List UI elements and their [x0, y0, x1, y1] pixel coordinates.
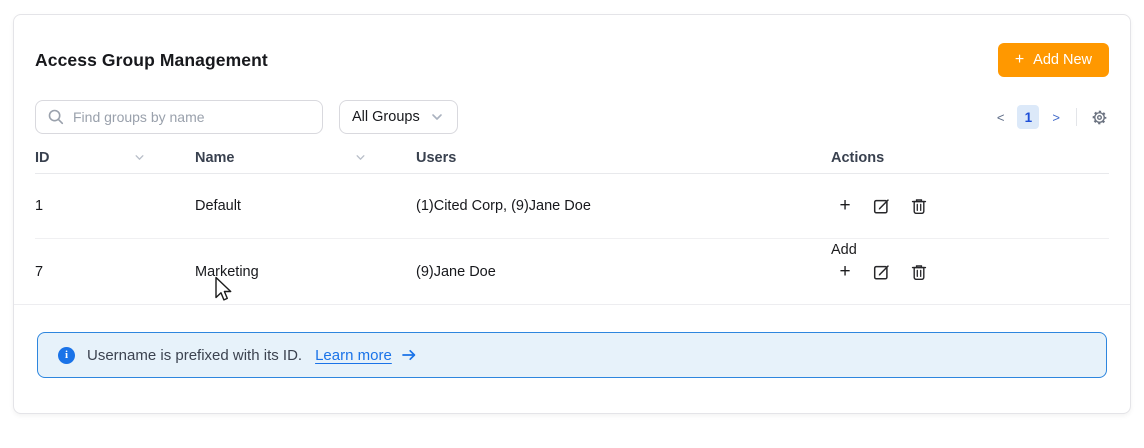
edit-icon [873, 263, 891, 281]
column-header-name[interactable]: Name [195, 142, 416, 173]
table-header-row: ID Name Users Actions [35, 142, 1109, 174]
column-header-id[interactable]: ID [35, 142, 195, 173]
trash-icon [910, 263, 928, 281]
cell-actions: + [831, 174, 1109, 238]
delete-button[interactable] [907, 194, 931, 218]
cell-id: 7 [35, 239, 195, 304]
add-new-button[interactable]: + Add New [998, 43, 1109, 77]
pagination-current-page[interactable]: 1 [1017, 105, 1039, 129]
pagination-next-button[interactable]: > [1048, 108, 1064, 127]
add-user-button[interactable]: + [833, 194, 857, 218]
cell-users: (9)Jane Doe [416, 239, 831, 304]
sort-chevron-icon[interactable] [353, 150, 368, 165]
delete-button[interactable] [907, 260, 931, 284]
learn-more-link[interactable]: Learn more [315, 347, 392, 364]
settings-button[interactable] [1090, 108, 1109, 127]
pagination-prev-button[interactable]: < [993, 108, 1009, 127]
add-user-button[interactable]: + [833, 260, 857, 284]
filter-selected-value: All Groups [352, 109, 420, 125]
search-input[interactable] [35, 100, 323, 134]
column-header-actions: Actions [831, 142, 1109, 173]
table-bottom-divider [14, 304, 1130, 305]
sort-chevron-icon[interactable] [132, 150, 147, 165]
pagination: < 1 > [993, 105, 1064, 129]
cell-users: (1)Cited Corp, (9)Jane Doe [416, 174, 831, 238]
cell-name: Default [195, 174, 416, 238]
cell-id: 1 [35, 174, 195, 238]
trash-icon [910, 197, 928, 215]
cell-actions: Add + [831, 239, 1109, 304]
search-icon [47, 108, 65, 131]
page-title: Access Group Management [35, 50, 268, 71]
table-row: 1 Default (1)Cited Corp, (9)Jane Doe + [35, 174, 1109, 239]
add-new-label: Add New [1033, 52, 1092, 68]
table-row: 7 Marketing (9)Jane Doe Add + [35, 239, 1109, 304]
edit-icon [873, 197, 891, 215]
column-header-users: Users [416, 142, 831, 173]
groups-table: ID Name Users Actions [35, 142, 1109, 304]
search-box [35, 100, 323, 134]
toolbar: All Groups < 1 > [35, 100, 1109, 134]
chevron-down-icon [429, 109, 445, 125]
add-tooltip-label: Add [831, 242, 857, 258]
arrow-right-icon [400, 346, 418, 364]
gear-icon [1090, 115, 1109, 130]
card-header: Access Group Management + Add New [35, 43, 1109, 77]
toolbar-divider [1076, 108, 1077, 126]
info-banner: i Username is prefixed with its ID. Lear… [37, 332, 1107, 378]
banner-message: Username is prefixed with its ID. [87, 347, 302, 364]
access-group-card: Access Group Management + Add New All Gr… [13, 14, 1131, 414]
info-icon: i [58, 347, 75, 364]
edit-button[interactable] [870, 260, 894, 284]
edit-button[interactable] [870, 194, 894, 218]
groups-filter-select[interactable]: All Groups [339, 100, 458, 134]
plus-icon: + [1015, 52, 1024, 68]
cell-name: Marketing [195, 239, 416, 304]
